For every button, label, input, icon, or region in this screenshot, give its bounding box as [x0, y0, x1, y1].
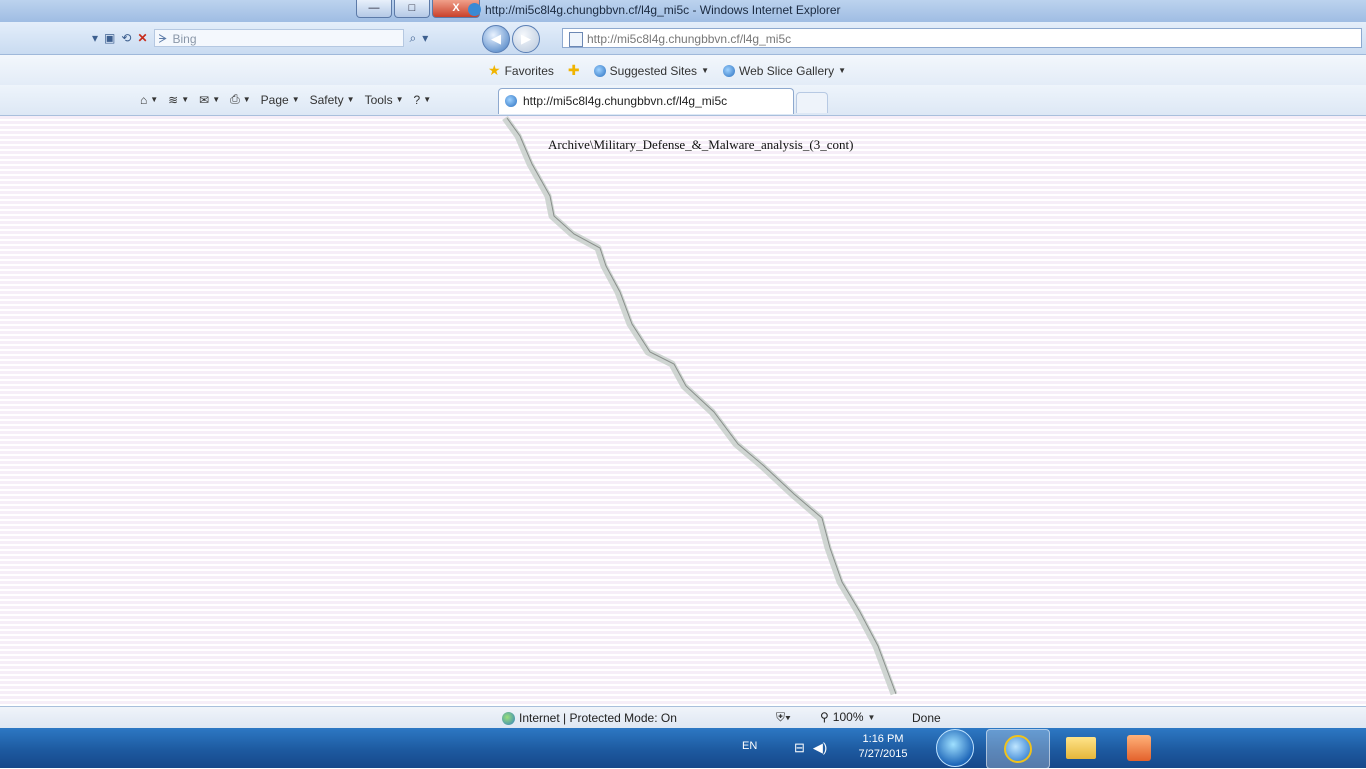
network-icon[interactable]: ⊟ — [794, 740, 805, 756]
safety-menu[interactable]: Safety ▼ — [310, 93, 355, 107]
navigation-buttons: ◀ ▶ — [482, 25, 540, 53]
chevron-down-icon: ▼ — [395, 95, 404, 104]
forward-button[interactable]: ▶ — [512, 25, 540, 53]
chevron-down-icon: ▼ — [423, 95, 432, 104]
address-input[interactable]: http://mi5c8l4g.chungbbvn.cf/l4g_mi5c — [562, 28, 1362, 48]
mail-icon: ✉ — [199, 92, 210, 107]
suggested-sites-label: Suggested Sites — [609, 63, 698, 78]
page-content: Archive\Military_Defense_&_Malware_analy… — [0, 116, 1366, 706]
internet-zone-icon — [502, 711, 515, 725]
zoom-level: 100% — [832, 710, 864, 724]
add-to-favorites-bar-button[interactable]: ✚ — [568, 62, 580, 79]
favorites-label: Favorites — [504, 63, 554, 78]
taskbar-app[interactable] — [1108, 729, 1170, 767]
feeds-icon: ≋ — [168, 92, 179, 107]
new-tab-button[interactable] — [796, 92, 828, 113]
print-button[interactable]: ⎙ ▼ — [230, 92, 251, 107]
safety-menu-label: Safety — [309, 92, 344, 107]
volume-icon[interactable]: ◀) — [813, 740, 827, 756]
compatibility-view-icon[interactable]: ▣ — [104, 31, 115, 45]
favorites-bar: ★ Favorites ✚ Suggested Sites ▼ Web Slic… — [0, 55, 1366, 85]
system-tray: ⊟ ◀) — [794, 740, 827, 756]
app-icon — [1127, 735, 1151, 761]
clock[interactable]: 1:16 PM 7/27/2015 — [848, 732, 918, 762]
search-strip: ▾ ▣ ⟲ ✕ ᗒ Bing ⌕ ▾ — [92, 28, 482, 48]
security-zone-text: Internet | Protected Mode: On — [519, 711, 677, 725]
web-slice-gallery-link[interactable]: Web Slice Gallery ▼ — [722, 63, 847, 78]
taskbar-explorer[interactable] — [1050, 729, 1112, 767]
search-icon[interactable]: ⌕ — [410, 31, 417, 46]
tools-menu[interactable]: Tools ▼ — [365, 93, 404, 107]
help-button[interactable]: ? ▼ — [414, 93, 432, 107]
address-toolbar: ▾ ▣ ⟲ ✕ ᗒ Bing ⌕ ▾ ◀ ▶ http://mi5c8l4g.ch… — [0, 22, 1366, 55]
status-bar: Internet | Protected Mode: On ⛨▾ ⚲ 100% … — [0, 706, 1366, 729]
back-button[interactable]: ◀ — [482, 25, 510, 53]
zoom-icon: ⚲ — [820, 710, 829, 724]
search-options-icon[interactable]: ▾ — [422, 31, 428, 45]
ie-icon — [468, 3, 481, 16]
search-placeholder: Bing — [172, 32, 197, 46]
ie-icon — [505, 95, 517, 107]
add-favorite-icon: ✚ — [567, 62, 580, 78]
chevron-down-icon: ▼ — [242, 95, 251, 104]
clock-date: 7/27/2015 — [858, 748, 908, 760]
security-icon: ⛨▾ — [776, 710, 791, 724]
feeds-button[interactable]: ≋ ▼ — [168, 93, 189, 107]
window-title-text: http://mi5c8l4g.chungbbvn.cf/l4g_mi5c - … — [485, 3, 841, 17]
favorites-button[interactable]: ★ Favorites — [488, 62, 554, 79]
page-menu-label: Page — [260, 92, 289, 107]
render-tear-graphic — [502, 116, 898, 696]
internet-explorer-icon — [1004, 735, 1032, 763]
tools-menu-label: Tools — [364, 92, 393, 107]
command-items: ⌂ ▼ ≋ ▼ ✉ ▼ ⎙ ▼ Page ▼ Safety ▼ Tools ▼ ? ▼ — [140, 92, 431, 107]
page-menu[interactable]: Page ▼ — [261, 93, 300, 107]
ie-icon — [593, 64, 606, 77]
window-controls: — □ X — [356, 0, 480, 18]
chevron-down-icon: ▼ — [838, 66, 847, 75]
web-slice-gallery-label: Web Slice Gallery — [738, 63, 835, 78]
chevron-down-icon: ▼ — [346, 95, 355, 104]
chevron-down-icon: ▼ — [867, 712, 876, 722]
ie-icon — [722, 64, 735, 77]
chevron-down-icon: ▼ — [212, 95, 221, 104]
tab-title: http://mi5c8l4g.chungbbvn.cf/l4g_mi5c — [523, 94, 728, 108]
window-title-bar[interactable]: — □ X http://mi5c8l4g.chungbbvn.cf/l4g_m… — [0, 0, 1366, 23]
zoom-control[interactable]: ⚲ 100% ▼ — [820, 710, 875, 724]
chevron-down-icon: ▼ — [181, 95, 190, 104]
help-icon: ? — [413, 92, 421, 107]
start-button[interactable] — [924, 729, 986, 767]
language-indicator[interactable]: EN — [742, 740, 757, 752]
window-title: http://mi5c8l4g.chungbbvn.cf/l4g_mi5c - … — [468, 3, 841, 17]
print-icon: ⎙ — [230, 92, 240, 106]
mail-button[interactable]: ✉ ▼ — [199, 93, 220, 107]
chevron-down-icon: ▼ — [150, 95, 159, 104]
page-icon — [569, 32, 583, 47]
folder-icon — [1066, 737, 1096, 759]
windows-logo-icon — [936, 729, 974, 767]
home-icon: ⌂ — [140, 92, 148, 107]
clock-time: 1:16 PM — [862, 733, 904, 745]
taskbar-internet-explorer[interactable] — [986, 729, 1050, 769]
maximize-button[interactable]: □ — [394, 0, 430, 18]
security-zone[interactable]: Internet | Protected Mode: On — [502, 711, 677, 725]
favorites-items: ★ Favorites ✚ Suggested Sites ▼ Web Slic… — [488, 62, 846, 79]
search-input[interactable]: ᗒ Bing — [153, 29, 404, 47]
bing-icon: ᗒ — [158, 32, 168, 46]
status-text: Done — [912, 711, 941, 725]
suggested-sites-link[interactable]: Suggested Sites ▼ — [593, 63, 709, 78]
refresh-icon[interactable]: ⟲ — [121, 31, 131, 45]
render-tear-line — [502, 116, 898, 696]
stop-icon[interactable]: ✕ — [137, 31, 147, 45]
star-icon: ★ — [488, 62, 501, 78]
protected-mode-button[interactable]: ⛨▾ — [776, 710, 791, 725]
document-text: Archive\Military_Defense_&_Malware_analy… — [548, 137, 854, 152]
chevron-down-icon: ▼ — [291, 95, 300, 104]
taskbar: EN ⊟ ◀) 1:16 PM 7/27/2015 — [0, 728, 1366, 769]
chevron-down-icon: ▼ — [701, 66, 709, 75]
dropdown-arrow-icon[interactable]: ▾ — [92, 31, 98, 45]
address-url: http://mi5c8l4g.chungbbvn.cf/l4g_mi5c — [587, 32, 792, 46]
minimize-button[interactable]: — — [356, 0, 392, 18]
home-button[interactable]: ⌂ ▼ — [140, 93, 158, 107]
browser-tab-active[interactable]: http://mi5c8l4g.chungbbvn.cf/l4g_mi5c — [498, 88, 794, 114]
